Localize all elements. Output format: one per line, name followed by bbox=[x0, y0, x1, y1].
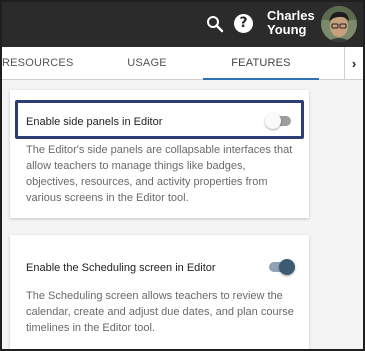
toggle-knob bbox=[279, 259, 295, 275]
avatar[interactable] bbox=[321, 6, 357, 42]
top-bar: ? Charles Young bbox=[2, 2, 363, 47]
search-icon[interactable] bbox=[206, 15, 224, 33]
feature-description: The Editor's side panels are collapsable… bbox=[26, 144, 293, 204]
feature-card-scheduling: Enable the Scheduling screen in Editor T… bbox=[10, 235, 309, 349]
tab-usage[interactable]: USAGE bbox=[102, 47, 192, 80]
chevron-right-icon[interactable]: › bbox=[344, 47, 363, 80]
tab-features[interactable]: FEATURES bbox=[203, 47, 319, 80]
feature-title: Enable the Scheduling screen in Editor bbox=[26, 262, 216, 274]
highlight-box bbox=[15, 100, 304, 139]
scheduling-toggle[interactable] bbox=[267, 259, 295, 275]
user-name[interactable]: Charles Young bbox=[267, 9, 319, 37]
help-icon[interactable]: ? bbox=[234, 14, 253, 33]
app-frame: ? Charles Young RESOURCES USAGE FEATURES… bbox=[0, 0, 365, 351]
tab-bar: RESOURCES USAGE FEATURES › bbox=[2, 47, 363, 80]
tab-resources[interactable]: RESOURCES bbox=[2, 47, 73, 80]
active-tab-indicator bbox=[203, 78, 319, 80]
feature-description: The Scheduling screen allows teachers to… bbox=[26, 290, 294, 334]
